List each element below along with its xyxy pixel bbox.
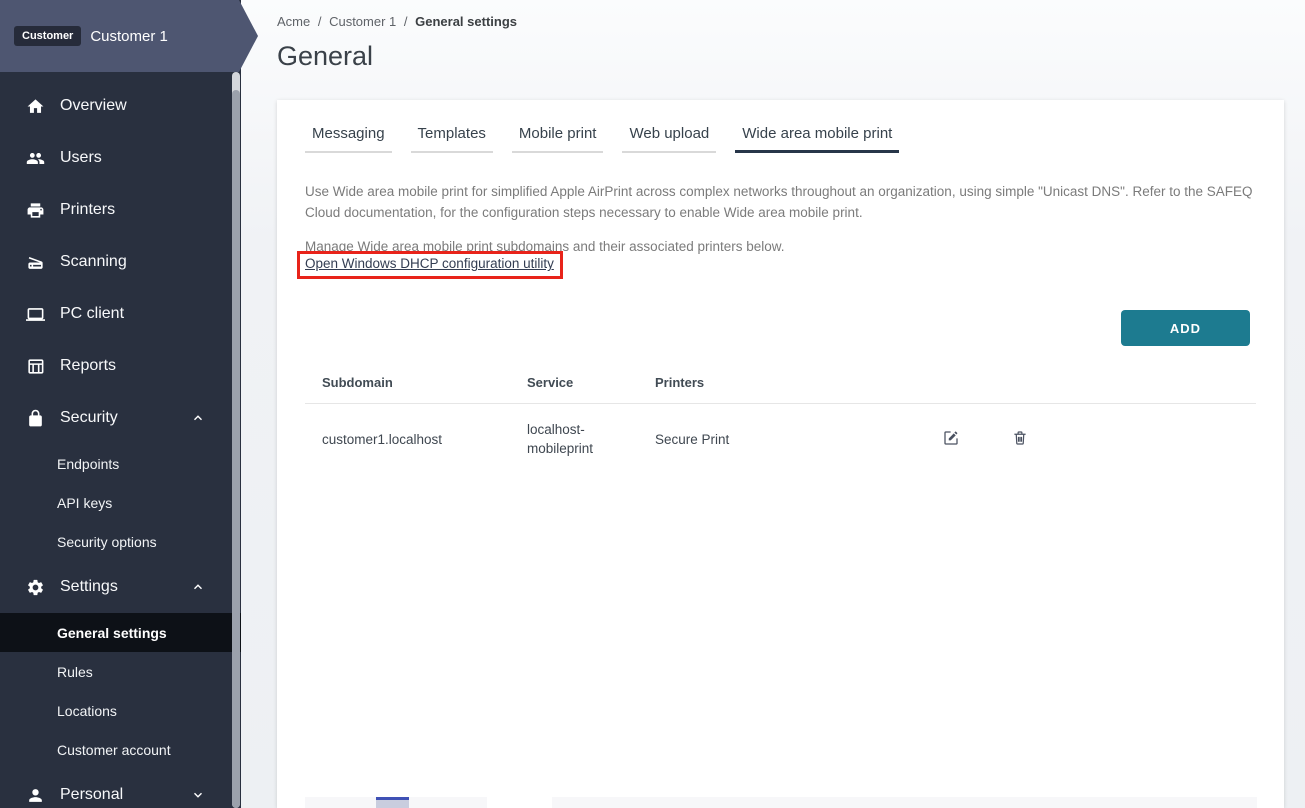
trash-icon bbox=[1011, 435, 1029, 450]
sidebar-sub-label: Rules bbox=[57, 664, 93, 680]
sidebar-nav: Overview Users Printers Scanning PC clie… bbox=[0, 72, 233, 808]
breadcrumb-general-settings: General settings bbox=[415, 14, 517, 29]
gear-icon bbox=[25, 577, 45, 597]
breadcrumb-customer-1[interactable]: Customer 1 bbox=[329, 14, 396, 29]
sidebar-item-label: Settings bbox=[60, 578, 118, 596]
monitor-icon bbox=[25, 304, 45, 324]
sidebar-item-endpoints[interactable]: Endpoints bbox=[0, 444, 233, 483]
users-icon bbox=[25, 148, 45, 168]
sidebar-item-locations[interactable]: Locations bbox=[0, 691, 233, 730]
settings-card: Messaging Templates Mobile print Web upl… bbox=[277, 100, 1284, 808]
sidebar-item-label: Personal bbox=[60, 786, 123, 804]
sidebar-sub-label: Locations bbox=[57, 703, 117, 719]
sidebar-sub-label: Endpoints bbox=[57, 456, 119, 472]
chevron-up-icon bbox=[191, 411, 205, 425]
customer-badge: Customer bbox=[14, 26, 81, 46]
sidebar-item-label: PC client bbox=[60, 305, 124, 323]
cell-printers: Secure Print bbox=[655, 432, 941, 447]
sidebar-item-scanning[interactable]: Scanning bbox=[0, 236, 233, 288]
red-annotation-box: Open Windows DHCP configuration utility bbox=[297, 251, 563, 279]
column-header-subdomain: Subdomain bbox=[322, 375, 527, 390]
cutoff-selected-item bbox=[376, 797, 409, 808]
sidebar-item-security-options[interactable]: Security options bbox=[0, 522, 233, 561]
sidebar: Customer Customer 1 Overview Users Print… bbox=[0, 0, 241, 808]
annotated-link-row: Open Windows DHCP configuration utility bbox=[305, 253, 1256, 279]
dhcp-utility-link[interactable]: Open Windows DHCP configuration utility bbox=[305, 256, 554, 271]
sidebar-scrollbar-thumb[interactable] bbox=[232, 90, 240, 808]
printer-icon bbox=[25, 200, 45, 220]
sidebar-item-label: Printers bbox=[60, 201, 115, 219]
sidebar-sub-label: Security options bbox=[57, 534, 157, 550]
sidebar-item-personal[interactable]: Personal bbox=[0, 769, 233, 808]
cutoff-pagination-strip bbox=[305, 797, 1257, 808]
column-header-printers: Printers bbox=[655, 375, 941, 390]
delete-button[interactable] bbox=[1010, 429, 1030, 449]
breadcrumb-separator: / bbox=[400, 14, 411, 29]
tab-web-upload[interactable]: Web upload bbox=[622, 125, 716, 153]
sidebar-item-settings[interactable]: Settings bbox=[0, 561, 233, 613]
sidebar-item-general-settings[interactable]: General settings bbox=[0, 613, 241, 652]
sidebar-item-security[interactable]: Security bbox=[0, 392, 233, 444]
sidebar-item-overview[interactable]: Overview bbox=[0, 80, 233, 132]
sidebar-item-label: Security bbox=[60, 409, 118, 427]
tab-messaging[interactable]: Messaging bbox=[305, 125, 392, 153]
cell-subdomain: customer1.localhost bbox=[322, 432, 527, 447]
sidebar-sub-label: General settings bbox=[57, 625, 167, 641]
edit-icon bbox=[942, 435, 960, 450]
breadcrumb: Acme / Customer 1 / General settings bbox=[277, 14, 517, 29]
sidebar-item-reports[interactable]: Reports bbox=[0, 340, 233, 392]
sidebar-item-rules[interactable]: Rules bbox=[0, 652, 233, 691]
edit-button[interactable] bbox=[941, 429, 961, 449]
cutoff-white-gap bbox=[487, 797, 552, 808]
tab-templates[interactable]: Templates bbox=[411, 125, 493, 153]
subdomains-table: Subdomain Service Printers customer1.loc… bbox=[305, 366, 1256, 474]
button-row: ADD bbox=[305, 310, 1256, 346]
sidebar-item-label: Reports bbox=[60, 357, 116, 375]
main-content: Acme / Customer 1 / General settings Gen… bbox=[241, 0, 1305, 808]
column-header-service: Service bbox=[527, 375, 655, 390]
customer-header: Customer Customer 1 bbox=[0, 0, 260, 72]
sidebar-item-customer-account[interactable]: Customer account bbox=[0, 730, 233, 769]
sidebar-item-label: Scanning bbox=[60, 253, 127, 271]
lock-icon bbox=[25, 408, 45, 428]
tab-wide-area-mobile-print[interactable]: Wide area mobile print bbox=[735, 125, 899, 153]
sidebar-sub-label: Customer account bbox=[57, 742, 171, 758]
sidebar-item-pc-client[interactable]: PC client bbox=[0, 288, 233, 340]
home-icon bbox=[25, 96, 45, 116]
sidebar-item-label: Overview bbox=[60, 97, 127, 115]
table-header-row: Subdomain Service Printers bbox=[305, 366, 1256, 404]
chevron-down-icon bbox=[191, 788, 205, 802]
add-button[interactable]: ADD bbox=[1121, 310, 1250, 346]
table-row: customer1.localhost localhost-mobileprin… bbox=[305, 404, 1256, 474]
person-icon bbox=[25, 785, 45, 805]
breadcrumb-separator: / bbox=[314, 14, 325, 29]
reports-icon bbox=[25, 356, 45, 376]
sidebar-item-label: Users bbox=[60, 149, 102, 167]
page-title: General bbox=[277, 41, 373, 72]
sidebar-item-api-keys[interactable]: API keys bbox=[0, 483, 233, 522]
customer-name: Customer 1 bbox=[90, 28, 168, 45]
tab-bar: Messaging Templates Mobile print Web upl… bbox=[305, 125, 1256, 153]
breadcrumb-acme[interactable]: Acme bbox=[277, 14, 310, 29]
sidebar-sub-label: API keys bbox=[57, 495, 112, 511]
tab-mobile-print[interactable]: Mobile print bbox=[512, 125, 604, 153]
scanner-icon bbox=[25, 252, 45, 272]
intro-text: Use Wide area mobile print for simplifie… bbox=[305, 181, 1255, 223]
cell-service: localhost-mobileprint bbox=[527, 420, 639, 458]
chevron-up-icon bbox=[191, 580, 205, 594]
sidebar-item-printers[interactable]: Printers bbox=[0, 184, 233, 236]
sidebar-item-users[interactable]: Users bbox=[0, 132, 233, 184]
